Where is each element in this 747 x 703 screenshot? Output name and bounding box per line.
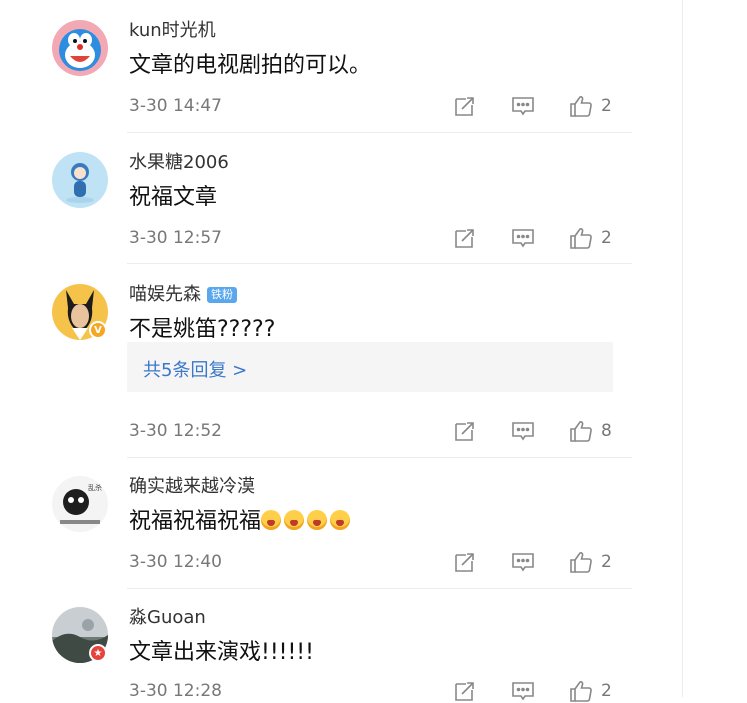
like-count: 8 (601, 421, 612, 441)
thumbs-up-icon (570, 421, 592, 442)
repost-button[interactable] (453, 226, 477, 250)
repost-icon (455, 97, 474, 116)
panel-edge-divider (682, 0, 683, 697)
comment-icon (512, 553, 534, 572)
comment-icon (512, 229, 534, 248)
comment-time: 3-30 12:57 (129, 228, 222, 248)
avatar[interactable]: 乱杀 (52, 476, 108, 532)
comment-username[interactable]: 确实越来越冷漠 (129, 476, 255, 498)
cry-laugh-emoji-icon (261, 510, 282, 530)
avatar[interactable] (52, 20, 108, 76)
thumbs-up-icon (570, 681, 592, 702)
comment-icon (512, 97, 534, 116)
comment-icon (512, 682, 534, 701)
view-replies-button[interactable]: 共5条回复 > (127, 342, 613, 392)
comment-button[interactable] (511, 226, 535, 250)
verified-badge-icon: ★ (89, 644, 107, 662)
comment-text-body: 祝福祝福祝福 (129, 509, 262, 534)
avatar[interactable] (52, 152, 108, 208)
like-button[interactable]: 8 (569, 419, 612, 443)
comment-time: 3-30 12:40 (129, 552, 222, 572)
cry-laugh-emoji-icon (330, 510, 351, 530)
repost-icon (455, 553, 474, 572)
comment-button[interactable] (511, 550, 535, 574)
like-count: 2 (601, 681, 612, 701)
thumbs-up-icon (570, 96, 592, 117)
comment-text: 不是姚笛????? (129, 317, 276, 342)
repost-button[interactable] (453, 94, 477, 118)
like-count: 2 (601, 96, 612, 116)
like-count: 2 (601, 552, 612, 572)
comment-username[interactable]: 淼Guoan (129, 607, 206, 629)
thumbs-up-icon (570, 552, 592, 573)
repost-icon (455, 422, 474, 441)
repost-icon (455, 682, 474, 701)
comment-divider (127, 588, 632, 589)
repost-button[interactable] (453, 550, 477, 574)
comment-time: 3-30 12:28 (129, 681, 222, 701)
fan-badge: 铁粉 (207, 287, 237, 303)
comment-button[interactable] (511, 94, 535, 118)
username-text[interactable]: 喵娱先森 (129, 284, 201, 305)
like-button[interactable]: 2 (569, 679, 612, 703)
svg-text:乱杀: 乱杀 (88, 483, 102, 492)
comment-text: 祝福文章 (129, 185, 218, 210)
repost-icon (455, 229, 474, 248)
comment-username[interactable]: 喵娱先森 铁粉 (129, 284, 237, 306)
comment-time: 3-30 12:52 (129, 421, 222, 441)
thumbs-up-icon (570, 228, 592, 249)
comment-button[interactable] (511, 419, 535, 443)
repost-button[interactable] (453, 679, 477, 703)
like-button[interactable]: 2 (569, 550, 612, 574)
comment-divider (127, 457, 632, 458)
repost-button[interactable] (453, 419, 477, 443)
cry-laugh-emoji-icon (307, 510, 328, 530)
comment-text: 文章出来演戏!!!!!! (129, 640, 314, 665)
comment-button[interactable] (511, 679, 535, 703)
replies-link[interactable]: 共5条回复 > (143, 356, 247, 382)
cry-laugh-emoji-icon (284, 510, 305, 530)
comment-icon (512, 422, 534, 441)
comment-divider (127, 263, 632, 264)
like-button[interactable]: 2 (569, 226, 612, 250)
like-button[interactable]: 2 (569, 94, 612, 118)
comment-text: 祝福祝福祝福 (129, 507, 353, 537)
comment-time: 3-30 14:47 (129, 96, 222, 116)
like-count: 2 (601, 228, 612, 248)
comment-divider (127, 132, 632, 133)
comment-username[interactable]: kun时光机 (129, 20, 216, 42)
comment-text: 文章的电视剧拍的可以。 (129, 53, 372, 78)
comment-username[interactable]: 水果糖2006 (129, 152, 229, 174)
verified-badge-icon: V (89, 321, 107, 339)
